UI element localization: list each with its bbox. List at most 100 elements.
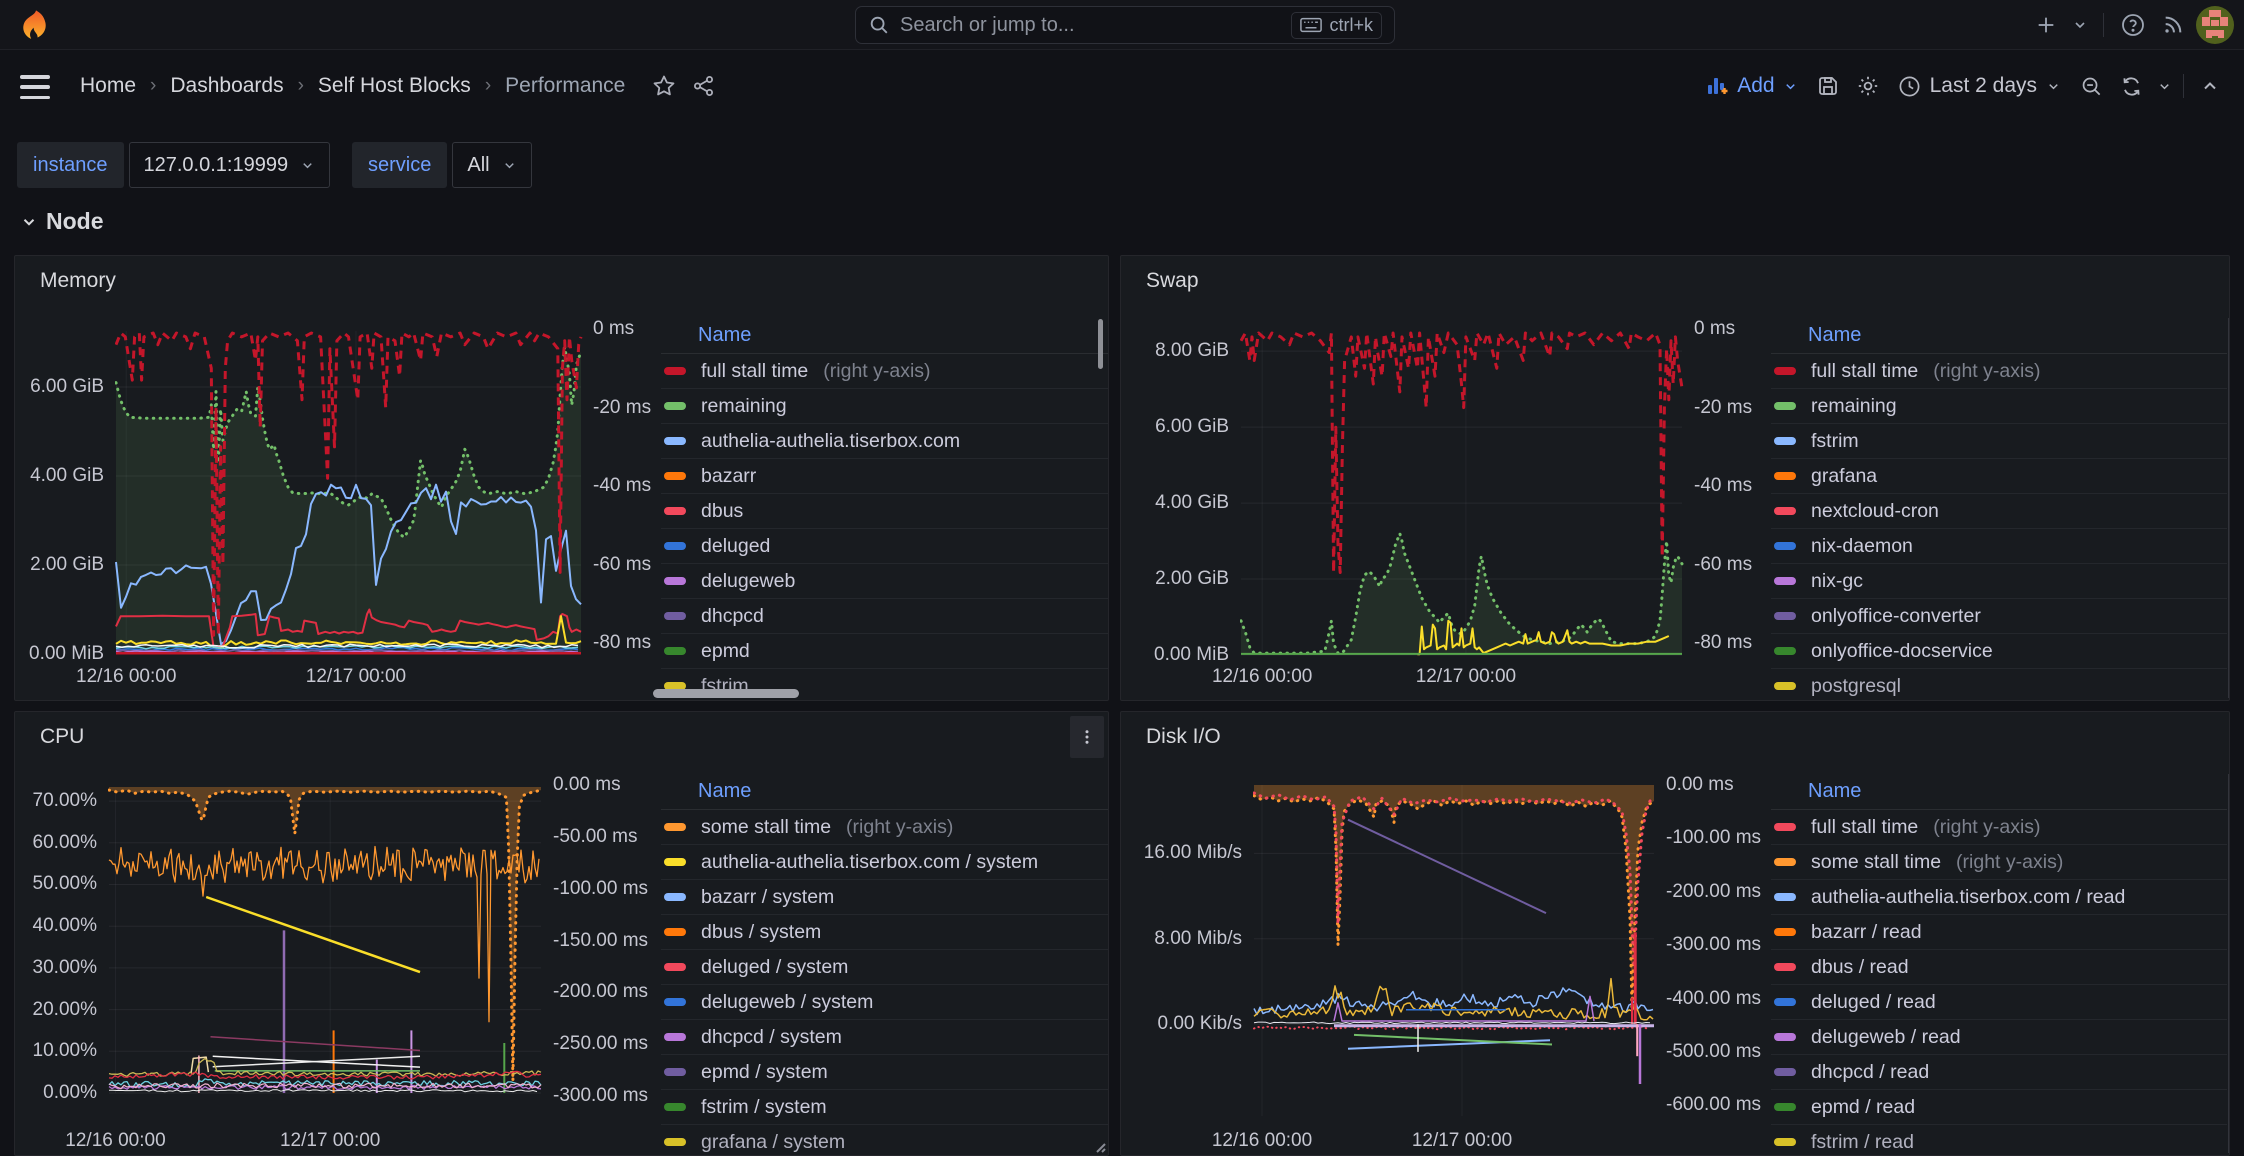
legend-item[interactable]: dhcpcd / read: [1771, 1055, 2227, 1090]
row-title: Node: [46, 208, 104, 235]
y-axis-left-tick: 70.00%: [33, 790, 97, 812]
chevron-down-icon: [20, 213, 38, 231]
legend-scrollbar-track[interactable]: [2228, 774, 2230, 1153]
y-axis-left-tick: 60.00%: [33, 832, 97, 854]
mega-menu-toggle[interactable]: [20, 75, 50, 99]
legend-header-name[interactable]: Name: [1771, 318, 2227, 354]
breadcrumb-folder[interactable]: Self Host Blocks: [318, 74, 471, 98]
help-button[interactable]: [2116, 8, 2150, 42]
legend-item[interactable]: full stall time (right y-axis): [1771, 810, 2227, 845]
refresh-button[interactable]: [2111, 66, 2151, 106]
dashboard-settings-button[interactable]: [1848, 66, 1888, 106]
legend-item[interactable]: some stall time (right y-axis): [1771, 845, 2227, 880]
grafana-logo[interactable]: [16, 9, 48, 41]
legend-item[interactable]: dbus / read: [1771, 950, 2227, 985]
series-color-swatch: [1774, 367, 1796, 375]
legend-item[interactable]: dhcpcd / system: [661, 1020, 1108, 1055]
y-axis-right-tick: -150.00 ms: [553, 930, 648, 952]
breadcrumb-dashboards[interactable]: Dashboards: [170, 74, 283, 98]
legend-item[interactable]: delugeweb: [661, 564, 1108, 599]
legend-item[interactable]: remaining: [661, 389, 1108, 424]
legend-item-label: full stall time: [701, 360, 808, 383]
y-axis-right-tick: -300.00 ms: [1666, 934, 1761, 956]
legend-item[interactable]: fstrim: [1771, 424, 2227, 459]
share-button[interactable]: [689, 66, 719, 106]
series-color-swatch: [664, 542, 686, 550]
legend-header-name[interactable]: Name: [1771, 774, 2227, 810]
legend-item[interactable]: fstrim / read: [1771, 1125, 2227, 1156]
series-color-swatch: [664, 893, 686, 901]
legend-scrollbar-track[interactable]: [2228, 318, 2230, 698]
legend-item[interactable]: grafana / system: [661, 1125, 1108, 1156]
legend-item[interactable]: fstrim / system: [661, 1090, 1108, 1125]
news-button[interactable]: [2156, 8, 2190, 42]
legend-item[interactable]: epmd / read: [1771, 1090, 2227, 1125]
row-node-toggle[interactable]: Node: [20, 208, 104, 235]
save-dashboard-button[interactable]: [1808, 66, 1848, 106]
time-range-picker[interactable]: Last 2 days: [1888, 74, 2071, 98]
legend-item[interactable]: onlyoffice-docservice: [1771, 634, 2227, 669]
new-menu-button[interactable]: [2029, 8, 2063, 42]
legend-item[interactable]: bazarr: [661, 459, 1108, 494]
legend-swap: Namefull stall time (right y-axis)remain…: [1771, 318, 2227, 701]
user-avatar[interactable]: [2196, 6, 2234, 44]
legend-item[interactable]: delugeweb / read: [1771, 1020, 2227, 1055]
variable-service-select[interactable]: All: [452, 142, 531, 188]
breadcrumb-home[interactable]: Home: [80, 74, 136, 98]
legend-horizontal-scrollbar[interactable]: [653, 689, 799, 698]
legend-header-name[interactable]: Name: [661, 318, 1108, 354]
add-panel-button[interactable]: Add: [1695, 74, 1807, 98]
legend-item[interactable]: grafana: [1771, 459, 2227, 494]
legend-item[interactable]: onlyoffice-converter: [1771, 599, 2227, 634]
favorite-star-button[interactable]: [649, 66, 679, 106]
divider: [2183, 74, 2184, 98]
legend-item[interactable]: nix-gc: [1771, 564, 2227, 599]
global-search[interactable]: ctrl+k: [855, 6, 1395, 44]
search-input[interactable]: [900, 14, 1281, 37]
legend-item[interactable]: dbus / system: [661, 915, 1108, 950]
legend-item[interactable]: authelia-authelia.tiserbox.com / read: [1771, 880, 2227, 915]
legend-item[interactable]: delugeweb / system: [661, 985, 1108, 1020]
legend-item[interactable]: dbus: [661, 494, 1108, 529]
legend-item[interactable]: epmd: [661, 634, 1108, 669]
refresh-interval-chevron[interactable]: [2151, 66, 2177, 106]
template-variables-row: instance 127.0.0.1:19999 service All: [0, 122, 2244, 192]
legend-item[interactable]: nix-daemon: [1771, 529, 2227, 564]
legend-item[interactable]: bazarr / system: [661, 880, 1108, 915]
legend-item[interactable]: authelia-authelia.tiserbox.com: [661, 424, 1108, 459]
legend-item-label: nix-gc: [1811, 570, 1863, 593]
legend-item[interactable]: full stall time (right y-axis): [661, 354, 1108, 389]
zoom-out-button[interactable]: [2071, 66, 2111, 106]
legend-item-label: dhcpcd / system: [701, 1026, 842, 1049]
refresh-icon: [2120, 75, 2143, 98]
variable-instance-select[interactable]: 127.0.0.1:19999: [129, 142, 331, 188]
legend-item[interactable]: deluged / read: [1771, 985, 2227, 1020]
series-color-swatch: [664, 963, 686, 971]
legend-item[interactable]: postgresql: [1771, 669, 2227, 701]
legend-item-label: epmd: [701, 640, 750, 663]
breadcrumb-separator: ›: [150, 75, 156, 97]
legend-item[interactable]: deluged: [661, 529, 1108, 564]
new-menu-chevron[interactable]: [2069, 8, 2091, 42]
legend-item[interactable]: epmd / system: [661, 1055, 1108, 1090]
legend-item[interactable]: deluged / system: [661, 950, 1108, 985]
legend-item[interactable]: full stall time (right y-axis): [1771, 354, 2227, 389]
legend-item[interactable]: nextcloud-cron: [1771, 494, 2227, 529]
legend-vertical-scrollbar[interactable]: [1098, 319, 1103, 369]
legend-item[interactable]: bazarr / read: [1771, 915, 2227, 950]
series-color-swatch: [1774, 893, 1796, 901]
series-color-swatch: [664, 1103, 686, 1111]
chevron-down-icon: [2157, 79, 2172, 94]
y-axis-left-tick: 0.00 Kib/s: [1158, 1013, 1243, 1035]
legend-item-label: dbus / read: [1811, 956, 1909, 979]
legend-item[interactable]: dhcpcd: [661, 599, 1108, 634]
panel-resize-handle[interactable]: [1092, 1139, 1106, 1153]
legend-header-name[interactable]: Name: [661, 774, 1108, 810]
legend-item[interactable]: remaining: [1771, 389, 2227, 424]
y-axis-right-tick: -100.00 ms: [1666, 827, 1761, 849]
legend-item[interactable]: some stall time (right y-axis): [661, 810, 1108, 845]
legend-item[interactable]: authelia-authelia.tiserbox.com / system: [661, 845, 1108, 880]
collapse-toolbar-button[interactable]: [2190, 66, 2230, 106]
series-color-swatch: [1774, 1068, 1796, 1076]
series-color-swatch: [1774, 1033, 1796, 1041]
